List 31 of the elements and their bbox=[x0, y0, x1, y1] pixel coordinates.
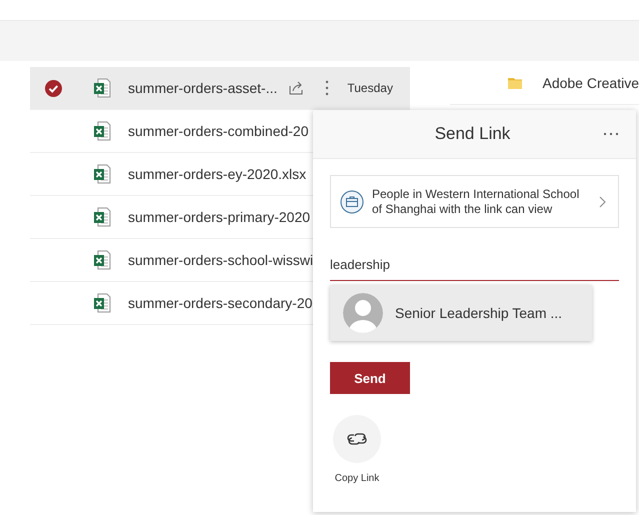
recipient-input-field[interactable]: leadership bbox=[330, 257, 619, 281]
spreadsheet-icon bbox=[93, 164, 111, 184]
folder-name[interactable]: Adobe Creative bbox=[542, 75, 639, 91]
file-name[interactable]: summer-orders-asset-... bbox=[128, 80, 278, 96]
folder-icon bbox=[508, 76, 522, 90]
suggestion-item[interactable]: Senior Leadership Team ... bbox=[330, 285, 592, 341]
file-name[interactable]: summer-orders-combined-20 bbox=[128, 123, 309, 139]
copy-link-label: Copy Link bbox=[334, 473, 380, 484]
spreadsheet-icon bbox=[93, 121, 111, 141]
more-icon[interactable] bbox=[325, 80, 330, 96]
spreadsheet-icon bbox=[93, 293, 111, 313]
spreadsheet-icon bbox=[93, 250, 111, 270]
file-name[interactable]: summer-orders-primary-2020 bbox=[128, 209, 310, 225]
avatar-icon bbox=[343, 293, 383, 333]
copy-link-button[interactable] bbox=[333, 415, 381, 463]
spreadsheet-icon bbox=[93, 207, 111, 227]
modified-date: Tuesday bbox=[347, 81, 393, 95]
panel-title: Send Link bbox=[434, 124, 510, 144]
link-scope-button[interactable]: People in Western International School of Shanghai with the link can view bbox=[330, 175, 619, 228]
file-row[interactable]: summer-orders-asset-... Tuesday bbox=[30, 67, 410, 110]
spreadsheet-icon bbox=[93, 78, 111, 98]
share-icon[interactable] bbox=[289, 81, 306, 95]
briefcase-icon bbox=[340, 190, 364, 214]
chevron-right-icon bbox=[599, 196, 606, 208]
file-name[interactable]: summer-orders-secondary-20 bbox=[128, 295, 312, 311]
file-name[interactable]: summer-orders-ey-2020.xlsx bbox=[128, 166, 306, 182]
check-icon[interactable] bbox=[44, 80, 62, 96]
send-button[interactable]: Send bbox=[330, 362, 410, 394]
link-icon bbox=[346, 432, 368, 446]
more-icon[interactable] bbox=[603, 132, 619, 136]
file-name[interactable]: summer-orders-school-wisswi bbox=[128, 252, 314, 268]
